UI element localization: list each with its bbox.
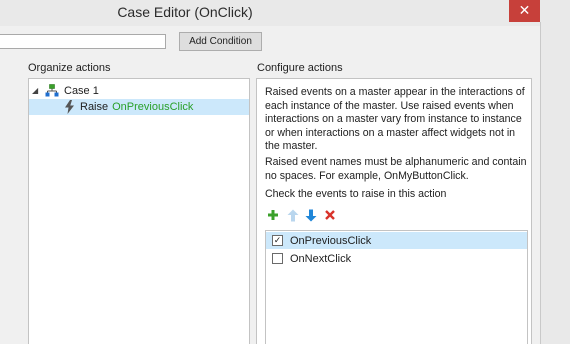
configure-panel: Raised events on a master appear in the … — [256, 78, 532, 344]
window-border — [540, 22, 541, 344]
add-icon[interactable] — [267, 209, 279, 222]
check-events-prompt: Check the events to raise in this action — [265, 188, 447, 200]
expand-arrow-icon[interactable]: ◢ — [32, 86, 38, 95]
add-condition-button[interactable]: Add Condition — [179, 32, 262, 51]
dialog-body: Add Condition Organize actions Configure… — [0, 26, 540, 344]
case-label: Case 1 — [64, 85, 99, 97]
event-row-onpreviousclick[interactable]: ✓ OnPreviousClick — [266, 232, 527, 249]
action-label: Raise OnPreviousClick — [80, 101, 193, 113]
window-title: Case Editor (OnClick) — [117, 4, 253, 20]
action-event-name: OnPreviousClick — [112, 101, 194, 113]
events-list: ✓ OnPreviousClick OnNextClick — [265, 230, 528, 344]
tree-row-action[interactable]: Raise OnPreviousClick — [29, 99, 249, 115]
action-verb: Raise — [80, 101, 109, 113]
move-up-icon[interactable] — [287, 209, 299, 222]
events-toolbar — [267, 209, 357, 223]
event-checkbox-unchecked[interactable] — [272, 253, 283, 264]
event-label: OnPreviousClick — [290, 235, 372, 247]
lightning-bolt-icon — [64, 100, 75, 117]
tree-row-case[interactable]: ◢ Case 1 — [29, 83, 249, 99]
description-raised-events: Raised events on a master appear in the … — [265, 86, 525, 152]
condition-input[interactable] — [0, 34, 166, 49]
configure-actions-label: Configure actions — [257, 62, 343, 74]
delete-icon[interactable] — [324, 209, 336, 222]
description-naming-rules: Raised event names must be alphanumeric … — [265, 156, 527, 182]
event-label: OnNextClick — [290, 253, 352, 265]
title-bar: Case Editor (OnClick) ✕ — [0, 0, 570, 26]
event-row-onnextclick[interactable]: OnNextClick — [266, 250, 527, 267]
close-button[interactable]: ✕ — [509, 0, 540, 22]
actions-tree: ◢ Case 1 Raise OnPreviousClick — [28, 78, 250, 344]
case-tree-icon — [45, 84, 59, 100]
organize-actions-label: Organize actions — [28, 62, 111, 74]
event-checkbox-checked[interactable]: ✓ — [272, 235, 283, 246]
move-down-icon[interactable] — [305, 209, 317, 222]
